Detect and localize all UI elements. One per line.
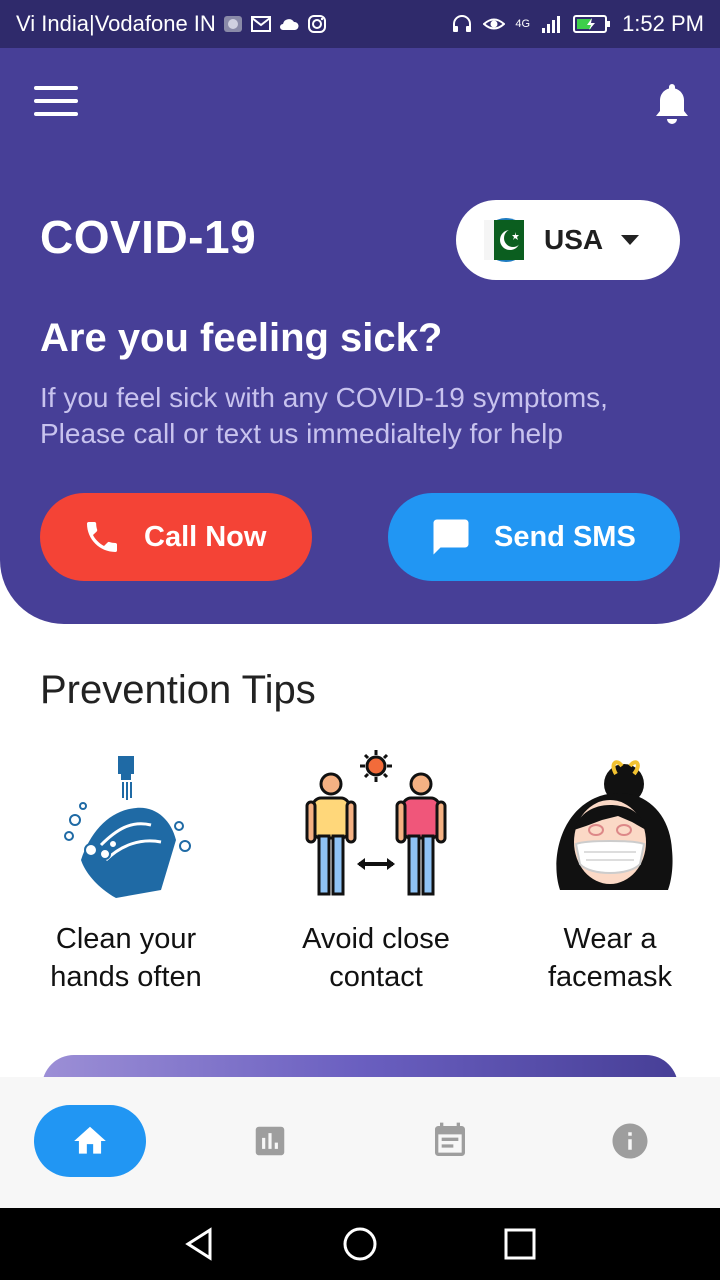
header: COVID-19 USA Are you feeling sick? If yo… [0,48,720,624]
recents-icon[interactable] [502,1226,538,1262]
app-title: COVID-19 [40,211,257,263]
distance-icon [305,750,447,896]
call-now-label: Call Now [144,520,267,553]
nav-info[interactable] [590,1105,670,1177]
gmail-icon [250,16,271,32]
app-notification-icon [223,16,242,32]
stats-icon [255,1126,285,1156]
carrier-label: Vi India|Vodafone IN [16,11,216,36]
phone-icon [87,522,117,552]
nav-home[interactable] [34,1105,146,1177]
country-name: USA [544,224,604,255]
notification-bell-icon[interactable] [650,80,694,128]
nav-statistics[interactable] [230,1105,310,1177]
menu-icon-bar [34,99,78,103]
tip-card-hands[interactable]: Clean your hands often [16,750,236,996]
info-icon [612,1123,648,1159]
message-icon [433,519,469,555]
call-now-button[interactable]: Call Now [40,493,312,581]
tip-label: Wear a facemask [500,920,720,996]
status-bar: Vi India|Vodafone IN 4G 1:52 PM [0,0,720,48]
headset-icon [453,15,472,32]
prevention-tips-title: Prevention Tips [40,668,316,712]
hand-wash-icon [64,756,191,898]
bottom-navigation [0,1077,720,1208]
tip-label-line: facemask [547,961,673,993]
tip-label: Clean your hands often [16,920,236,996]
system-navigation-bar [0,1208,720,1280]
chevron-down-icon [621,235,640,245]
send-sms-button[interactable]: Send SMS [388,493,680,581]
sick-description: If you feel sick with any COVID-19 sympt… [40,382,608,449]
battery-icon [573,15,611,33]
home-icon [74,1126,106,1154]
send-sms-label: Send SMS [494,520,636,553]
tip-card-distance[interactable]: Avoid close contact [266,750,486,996]
clock-label: 1:52 PM [622,11,704,36]
tip-label-line: Avoid close [302,923,450,955]
eye-icon [483,18,506,30]
nav-calendar[interactable] [410,1105,490,1177]
calendar-icon [435,1122,465,1156]
tip-label-line: Wear a [563,923,657,955]
menu-icon-bar [34,86,78,90]
flag-icon [484,218,524,262]
tip-label: Avoid close contact [266,920,486,996]
network-type-label: 4G [515,18,531,30]
country-selector[interactable]: USA [456,200,680,280]
sick-heading: Are you feeling sick? [40,316,443,360]
menu-button[interactable] [34,86,78,122]
cloud-icon [279,19,299,30]
tip-label-line: contact [329,961,423,993]
tip-label-line: Clean your [55,923,197,955]
home-button-icon[interactable] [342,1226,378,1262]
facemask-icon [556,760,673,890]
menu-icon-bar [34,112,78,116]
back-icon[interactable] [182,1226,218,1262]
signal-icon [542,16,561,33]
tip-card-mask[interactable]: Wear a facemask [500,750,720,996]
tip-label-line: hands often [50,961,202,993]
instagram-icon [307,15,326,33]
